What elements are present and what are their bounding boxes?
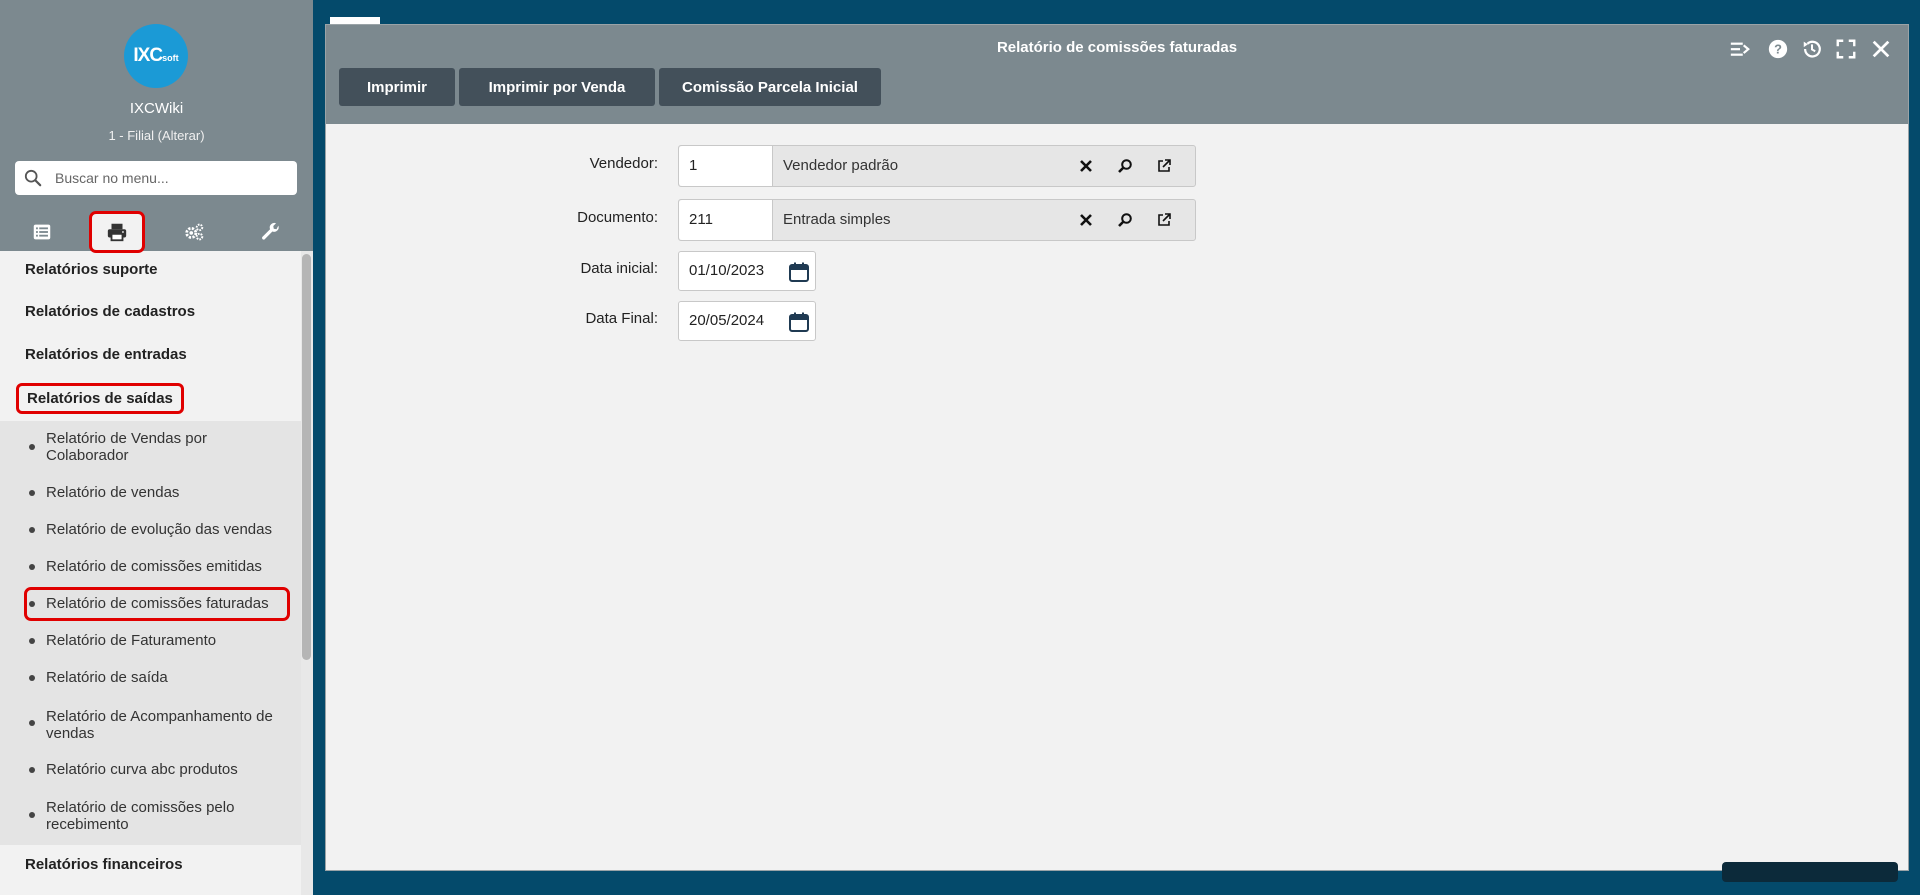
document-description: Entrada simples [783,211,891,228]
report-window: Relatório de comissões faturadas ? Impri… [325,24,1909,871]
help-icon: ? [1768,39,1788,59]
bullet-icon [29,564,35,570]
clear-icon [1080,214,1092,226]
seller-code-input[interactable]: 1 [679,146,773,186]
category-entradas[interactable]: Relatórios de entradas [25,346,187,363]
tab-settings[interactable] [166,211,222,253]
bullet-icon [29,812,35,818]
document-code-input[interactable]: 211 [679,200,773,240]
category-financeiros[interactable]: Relatórios financeiros [25,856,183,873]
print-button[interactable]: Imprimir [339,68,455,106]
start-date-label: Data inicial: [580,260,658,277]
bullet-icon [29,720,35,726]
menu-item-acompanhamento-vendas[interactable]: Relatório de Acompanhamento de vendas [46,708,292,742]
document-clear-button[interactable] [1076,210,1096,230]
history-button[interactable] [1798,35,1826,63]
category-cadastros[interactable]: Relatórios de cadastros [25,303,195,320]
bullet-icon [29,767,35,773]
seller-label: Vendedor: [589,155,658,172]
close-icon [1872,40,1890,58]
category-suporte[interactable]: Relatórios suporte [25,261,158,278]
menu-item-vendas-colaborador[interactable]: Relatório de Vendas por Colaborador [46,430,292,464]
bullet-icon [29,675,35,681]
seller-search-button[interactable] [1115,156,1135,176]
calendar-icon[interactable] [788,311,810,333]
branch-selector[interactable]: 1 - Filial (Alterar) [0,128,313,143]
category-saidas[interactable]: Relatórios de saídas [16,383,184,414]
seller-description: Vendedor padrão [783,157,899,174]
menu-search[interactable] [15,161,297,195]
history-icon [1803,40,1821,58]
menu-item-comissoes-recebimento[interactable]: Relatório de comissões pelo recebimento [46,799,292,833]
calendar-icon[interactable] [788,261,810,283]
menu-item-evolucao-vendas[interactable]: Relatório de evolução das vendas [46,521,292,538]
end-date-label: Data Final: [585,310,658,327]
external-link-icon [1158,159,1171,172]
document-field-group: 211 Entrada simples [678,199,1196,241]
menu-item-saida[interactable]: Relatório de saída [46,669,292,686]
end-date-input[interactable]: 20/05/2024 [678,301,816,341]
external-link-icon [1158,213,1171,226]
tab-tools[interactable] [243,211,299,253]
company-name: IXCWiki [129,100,184,117]
bullet-icon [29,638,35,644]
document-search-button[interactable] [1115,210,1135,230]
bullet-icon [29,444,35,450]
end-date-value: 20/05/2024 [689,312,765,329]
search-icon [1118,159,1132,173]
search-icon [24,169,42,187]
document-open-button[interactable] [1154,210,1174,230]
search-icon [1118,213,1132,227]
tab-reports[interactable] [89,211,145,253]
clear-icon [1080,160,1092,172]
minimized-window-tab[interactable] [1722,862,1898,882]
window-header: Relatório de comissões faturadas ? Impri… [326,25,1908,124]
start-date-value: 01/10/2023 [689,262,765,279]
list-icon [33,224,51,240]
menu-item-vendas[interactable]: Relatório de vendas [46,484,292,501]
bullet-icon [29,601,35,607]
sidebar-scroll-thumb[interactable] [302,254,311,660]
start-date-input[interactable]: 01/10/2023 [678,251,816,291]
menu-item-comissoes-emitidas[interactable]: Relatório de comissões emitidas [46,558,292,575]
bullet-icon [29,490,35,496]
fullscreen-button[interactable] [1832,35,1860,63]
print-by-sale-button[interactable]: Imprimir por Venda [459,68,655,106]
bullet-icon [29,527,35,533]
menu-item-comissoes-faturadas[interactable]: Relatório de comissões faturadas [46,595,292,612]
help-button[interactable]: ? [1764,35,1792,63]
close-button[interactable] [1867,35,1895,63]
menu-item-faturamento[interactable]: Relatório de Faturamento [46,632,292,649]
company-logo[interactable]: IXCsoft [124,24,188,88]
svg-text:?: ? [1774,42,1782,57]
wrench-icon [262,222,279,240]
printer-icon [107,223,127,242]
collapse-icon [1730,42,1750,56]
gears-icon [185,223,204,241]
seller-clear-button[interactable] [1076,156,1096,176]
menu-item-curva-abc[interactable]: Relatório curva abc produtos [46,761,292,778]
fullscreen-icon [1836,39,1856,59]
collapse-button[interactable] [1726,35,1754,63]
sidebar: IXCsoft IXCWiki 1 - Filial (Alterar) Rel… [0,0,313,895]
initial-installment-commission-button[interactable]: Comissão Parcela Inicial [659,68,881,106]
tab-list[interactable] [14,211,70,253]
seller-open-button[interactable] [1154,156,1174,176]
document-label: Documento: [577,209,658,226]
seller-field-group: 1 Vendedor padrão [678,145,1196,187]
window-title: Relatório de comissões faturadas [996,39,1238,56]
search-input[interactable] [55,161,291,195]
